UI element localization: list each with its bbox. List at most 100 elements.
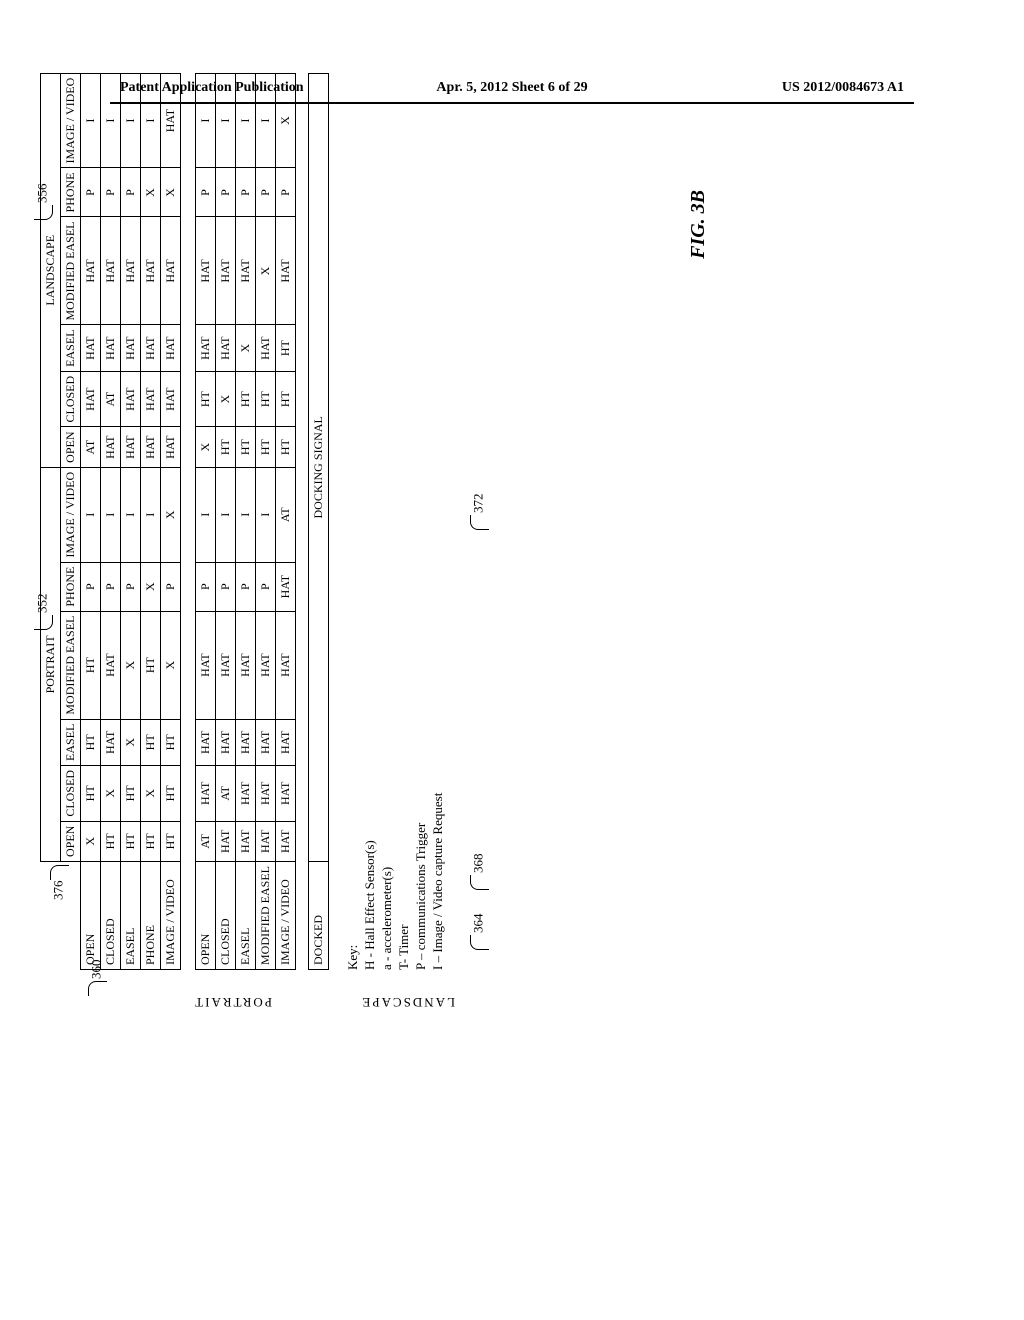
table-row: IMAGE / VIDEOHTHTHTXPXHATHATHATHATXHAT — [161, 73, 181, 969]
state-cell: HAT — [256, 765, 276, 821]
state-cell: HAT — [161, 217, 181, 325]
state-cell: HAT — [161, 325, 181, 371]
column-header: PHONE — [61, 168, 81, 217]
state-cell: HT — [236, 427, 256, 467]
state-cell: X — [161, 168, 181, 217]
state-cell: HT — [161, 765, 181, 821]
state-cell: I — [256, 467, 276, 562]
state-cell: X — [216, 371, 236, 427]
state-cell: I — [216, 467, 236, 562]
state-cell: HT — [276, 371, 296, 427]
state-cell: P — [256, 562, 276, 611]
state-cell: HAT — [101, 719, 121, 765]
state-cell: HAT — [121, 427, 141, 467]
key-line: I – Image / Video capture Request — [430, 70, 446, 970]
state-cell: X — [141, 168, 161, 217]
state-cell: P — [161, 562, 181, 611]
state-cell: HT — [141, 611, 161, 719]
table-row: IMAGE / VIDEOHATHATHATHATHATATHTHTHTHATP… — [276, 73, 296, 969]
column-header: IMAGE / VIDEO — [61, 73, 81, 168]
column-header: EASEL — [61, 325, 81, 371]
state-cell: HAT — [236, 611, 256, 719]
header-right: US 2012/0084673 A1 — [782, 80, 904, 96]
state-cell: HAT — [101, 217, 121, 325]
state-cell: HT — [141, 719, 161, 765]
column-header: CLOSED — [61, 371, 81, 427]
callout-372: 372 — [470, 494, 489, 531]
state-cell: HAT — [276, 719, 296, 765]
row-docked: DOCKED DOCKING SIGNAL — [309, 73, 329, 969]
column-header: OPEN — [61, 821, 81, 861]
state-cell: HT — [196, 371, 216, 427]
row-label: IMAGE / VIDEO — [161, 862, 181, 970]
state-cell: I — [121, 73, 141, 168]
state-cell: HT — [216, 427, 236, 467]
state-cell: HAT — [216, 611, 236, 719]
state-cell: X — [101, 765, 121, 821]
column-header: MODIFIED EASEL — [61, 611, 81, 719]
state-cell: AT — [81, 427, 101, 467]
state-cell: HAT — [196, 325, 216, 371]
callout-352: 352 — [34, 594, 53, 631]
state-cell: HAT — [121, 217, 141, 325]
callout-360: 360 — [88, 960, 107, 997]
state-cell: HAT — [256, 611, 276, 719]
state-cell: HAT — [216, 325, 236, 371]
key-title: Key: — [345, 70, 361, 970]
state-transition-table: PORTRAIT LANDSCAPE OPENCLOSEDEASELMODIFI… — [40, 73, 329, 970]
state-cell: HAT — [196, 611, 216, 719]
table-row: OPENATHATHATHATPIXHTHATHATPI — [196, 73, 216, 969]
callout-376: 376 — [50, 864, 69, 901]
state-cell: X — [81, 821, 101, 861]
state-cell: X — [256, 217, 276, 325]
state-cell: HAT — [216, 719, 236, 765]
state-cell: P — [196, 168, 216, 217]
state-cell: I — [141, 467, 161, 562]
state-cell: AT — [196, 821, 216, 861]
column-header: MODIFIED EASEL — [61, 217, 81, 325]
state-cell: HAT — [161, 371, 181, 427]
state-cell: HAT — [141, 427, 161, 467]
state-cell: P — [81, 168, 101, 217]
state-cell: HT — [276, 427, 296, 467]
table-row: CLOSEDHATATHATHATPIHTXHATHATPI — [216, 73, 236, 969]
column-header: CLOSED — [61, 765, 81, 821]
table-row: OPENXHTHTHTPIATHATHATHATPI — [81, 73, 101, 969]
key-line: T- Timer — [396, 70, 412, 970]
state-cell: HAT — [276, 562, 296, 611]
state-cell: I — [101, 467, 121, 562]
table-row: EASELHATHATHATHATPIHTHTXHATPI — [236, 73, 256, 969]
state-cell: P — [101, 562, 121, 611]
state-cell: X — [121, 719, 141, 765]
table-row: PHONEHTXHTHTXIHATHATHATHATXI — [141, 73, 161, 969]
state-cell: HAT — [236, 765, 256, 821]
state-cell: I — [196, 467, 216, 562]
state-cell: HAT — [81, 325, 101, 371]
state-cell: P — [216, 562, 236, 611]
state-cell: HT — [161, 719, 181, 765]
state-cell: HAT — [121, 371, 141, 427]
state-cell: HAT — [236, 821, 256, 861]
state-cell: X — [121, 611, 141, 719]
state-cell: HAT — [276, 765, 296, 821]
state-cell: HT — [256, 427, 276, 467]
state-cell: P — [216, 168, 236, 217]
state-cell: I — [121, 467, 141, 562]
docking-signal-cell: DOCKING SIGNAL — [309, 73, 329, 861]
column-header: PHONE — [61, 562, 81, 611]
key-line: P – communications Trigger — [413, 70, 429, 970]
state-cell: HAT — [276, 821, 296, 861]
figure-container: 352 356 376 360 PORTRAIT LANDSCAPE PORTR… — [90, 150, 930, 1050]
state-cell: P — [236, 562, 256, 611]
row-label: IMAGE / VIDEO — [276, 862, 296, 970]
state-cell: HT — [276, 325, 296, 371]
state-cell: I — [236, 73, 256, 168]
state-cell: HAT — [101, 611, 121, 719]
table-row: MODIFIED EASELHATHATHATHATPIHTHTHATXPI — [256, 73, 276, 969]
state-cell: HT — [101, 821, 121, 861]
state-cell: HT — [141, 821, 161, 861]
state-cell: HAT — [121, 325, 141, 371]
state-cell: HAT — [101, 427, 121, 467]
row-label: CLOSED — [101, 862, 121, 970]
column-header: OPEN — [61, 427, 81, 467]
